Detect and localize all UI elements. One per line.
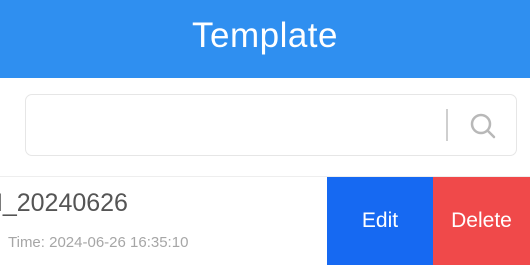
search-icon[interactable] xyxy=(466,109,500,143)
template-name: M_20240626 xyxy=(0,189,128,217)
search-input[interactable] xyxy=(36,105,440,147)
time-label: Time: xyxy=(8,234,45,251)
delete-button[interactable]: Delete xyxy=(433,177,530,265)
list-item[interactable]: M_20240626 Time: 2024-06-26 16:35:10 Edi… xyxy=(0,177,530,265)
page-title: Template xyxy=(191,16,339,55)
header-bar: Template xyxy=(0,0,530,78)
search-divider xyxy=(446,109,448,141)
delete-button-label: Delete xyxy=(451,209,512,232)
edit-button[interactable]: Edit xyxy=(327,177,433,265)
edit-button-label: Edit xyxy=(361,209,399,232)
search-box[interactable] xyxy=(25,94,517,156)
time-value: 2024-06-26 16:35:10 xyxy=(49,234,189,251)
template-time: Time: 2024-06-26 16:35:10 xyxy=(8,234,188,251)
search-area xyxy=(0,78,530,176)
